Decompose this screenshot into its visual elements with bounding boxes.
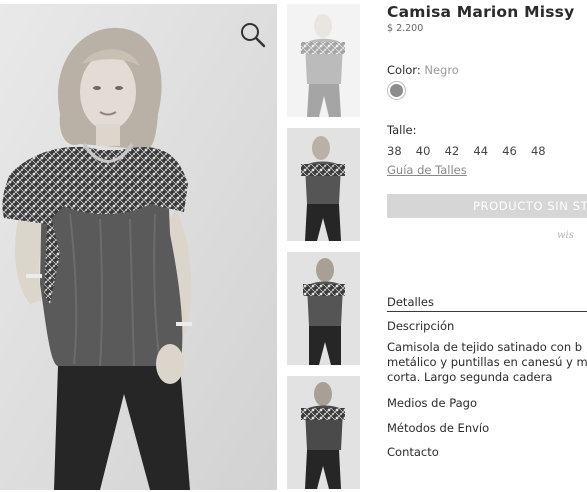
size-options: 38 40 42 44 46 48 xyxy=(387,144,556,158)
main-product-image[interactable] xyxy=(0,4,277,490)
color-value: Negro xyxy=(424,63,459,77)
thumbnail-back[interactable] xyxy=(287,376,360,489)
size-option[interactable]: 46 xyxy=(502,144,517,158)
out-of-stock-button[interactable]: PRODUCTO SIN STOCK xyxy=(387,194,587,218)
details-divider xyxy=(387,311,587,312)
details-heading: Detalles xyxy=(387,295,434,309)
size-guide-link[interactable]: Guía de Talles xyxy=(387,163,467,177)
size-option[interactable]: 48 xyxy=(531,144,546,158)
color-swatch-negro[interactable] xyxy=(388,82,405,99)
size-label: Talle: xyxy=(387,123,417,137)
thumbnail-front-faded[interactable] xyxy=(287,4,360,117)
contact-link[interactable]: Contacto xyxy=(387,445,439,459)
description-text: Camisola de tejido satinado con b metáli… xyxy=(387,340,587,385)
size-option[interactable]: 40 xyxy=(416,144,431,158)
thumbnail-back-side[interactable] xyxy=(287,252,360,365)
magnifier-icon[interactable] xyxy=(238,20,268,50)
payment-methods-link[interactable]: Medios de Pago xyxy=(387,396,477,410)
color-label: Color: xyxy=(387,63,421,77)
size-option[interactable]: 38 xyxy=(387,144,402,158)
size-option[interactable]: 44 xyxy=(473,144,488,158)
size-option[interactable]: 42 xyxy=(445,144,460,158)
shipping-methods-link[interactable]: Métodos de Envío xyxy=(387,421,489,435)
color-row: Color: Negro xyxy=(387,63,459,77)
product-title: Camisa Marion Missy xyxy=(387,3,575,21)
product-price: $ 2.200 xyxy=(387,23,424,34)
description-heading[interactable]: Descripción xyxy=(387,319,454,333)
description-line: corta. Largo segunda cadera xyxy=(387,370,553,384)
thumbnail-front[interactable] xyxy=(287,128,360,241)
wishlist-link[interactable]: wis xyxy=(557,230,574,241)
description-line: metálico y puntillas en canesú y m xyxy=(387,355,587,369)
description-line: Camisola de tejido satinado con b xyxy=(387,340,583,354)
